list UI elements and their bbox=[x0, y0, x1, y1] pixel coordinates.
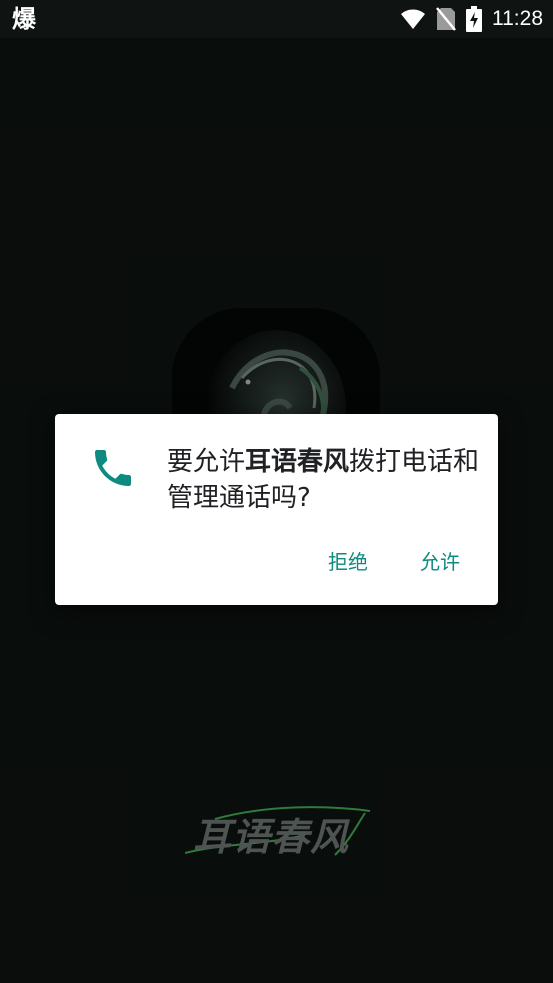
deny-button[interactable]: 拒绝 bbox=[328, 547, 368, 577]
permission-app-name: 耳语春风 bbox=[245, 447, 350, 477]
status-bar: 爆 11:28 bbox=[0, 0, 553, 38]
phone-icon bbox=[89, 444, 137, 492]
brand-wordmark-text: 耳语春风 bbox=[193, 815, 350, 859]
allow-button[interactable]: 允许 bbox=[420, 547, 460, 577]
brand-wordmark: 耳语春风 bbox=[185, 805, 375, 865]
battery-charging-icon bbox=[466, 6, 482, 32]
wifi-icon bbox=[400, 8, 426, 30]
screen: 耳语春风 爆 11:28 要允许耳语春风拨打电话和管理通话吗? 拒绝 允许 bbox=[0, 0, 553, 983]
dialog-actions: 拒绝 允许 bbox=[328, 547, 460, 577]
permission-message: 要允许耳语春风拨打电话和管理通话吗? bbox=[167, 444, 482, 516]
no-sim-icon bbox=[436, 7, 456, 31]
permission-message-prefix: 要允许 bbox=[167, 447, 246, 477]
status-time: 11:28 bbox=[492, 7, 543, 30]
status-right: 11:28 bbox=[400, 4, 543, 34]
permission-dialog: 要允许耳语春风拨打电话和管理通话吗? 拒绝 允许 bbox=[55, 414, 498, 605]
status-app-notification: 爆 bbox=[12, 5, 36, 33]
